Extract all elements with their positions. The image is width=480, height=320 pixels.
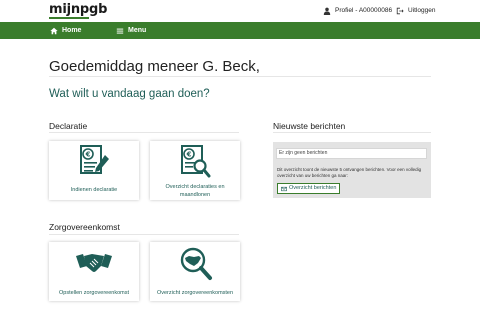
logout-icon <box>396 7 404 15</box>
handshake-search-icon <box>180 247 212 280</box>
card-label: Opstellen zorgovereenkomst <box>58 290 129 296</box>
card-label: Overzicht zorgovereenkomsten <box>156 290 234 296</box>
profile-link[interactable]: Profiel - A00000086 <box>323 6 392 16</box>
nav-menu[interactable]: Menu <box>116 25 146 36</box>
svg-text:€: € <box>85 151 91 159</box>
card-overzicht-declaraties[interactable]: € Overzicht declaraties en maandlonen <box>150 141 240 200</box>
card-label: Overzicht declaraties en maandlonen <box>165 184 225 198</box>
card-opstellen-zorgovereenkomst[interactable]: Opstellen zorgovereenkomst <box>49 242 139 301</box>
profile-label: Profiel - A00000086 <box>335 7 393 14</box>
greeting: Goedemiddag meneer G. Beck, <box>49 58 260 75</box>
section-divider <box>273 132 431 133</box>
overzicht-berichten-label: Overzicht berichten <box>289 185 337 191</box>
logo-underline <box>49 17 89 19</box>
card-label: Indienen declaratie <box>70 187 118 193</box>
messages-info-text: Dit overzicht toont de nieuwste 5 ontvan… <box>277 167 422 178</box>
home-icon <box>50 27 58 34</box>
euro-document-pen-icon: € <box>80 145 109 174</box>
card-overzicht-zorgovereenkomsten[interactable]: Overzicht zorgovereenkomsten <box>150 242 240 301</box>
nav-home[interactable]: Home <box>50 25 81 36</box>
hamburger-icon <box>116 28 124 34</box>
top-bar: mijnpgb Profiel - A00000086 Uitloggen <box>0 0 480 22</box>
card-indienen-declaratie[interactable]: € Indienen declaratie <box>49 141 139 200</box>
section-divider <box>49 132 239 133</box>
logout-link[interactable]: Uitloggen <box>396 6 435 16</box>
handshake-icon <box>76 254 112 272</box>
main-nav: Home Menu <box>0 22 480 39</box>
greeting-divider <box>49 76 431 77</box>
section-divider <box>49 234 239 235</box>
section-title-zorgovereenkomst: Zorgovereenkomst <box>49 222 120 232</box>
user-icon <box>323 7 331 15</box>
section-title-declaratie: Declaratie <box>49 121 88 131</box>
messages-panel: Er zijn geen berichten Dit overzicht too… <box>273 142 431 198</box>
envelope-icon <box>281 186 287 191</box>
logo[interactable]: mijnpgb <box>49 3 107 17</box>
overzicht-berichten-button[interactable]: Overzicht berichten <box>277 183 341 194</box>
euro-document-search-icon: € <box>181 145 211 178</box>
svg-text:€: € <box>186 151 192 159</box>
nav-menu-label: Menu <box>128 27 147 34</box>
page-question: Wat wilt u vandaag gaan doen? <box>49 88 210 100</box>
nav-home-label: Home <box>62 27 82 34</box>
section-title-berichten: Nieuwste berichten <box>273 121 346 131</box>
messages-empty-state: Er zijn geen berichten <box>276 148 427 159</box>
logout-label: Uitloggen <box>408 7 436 14</box>
